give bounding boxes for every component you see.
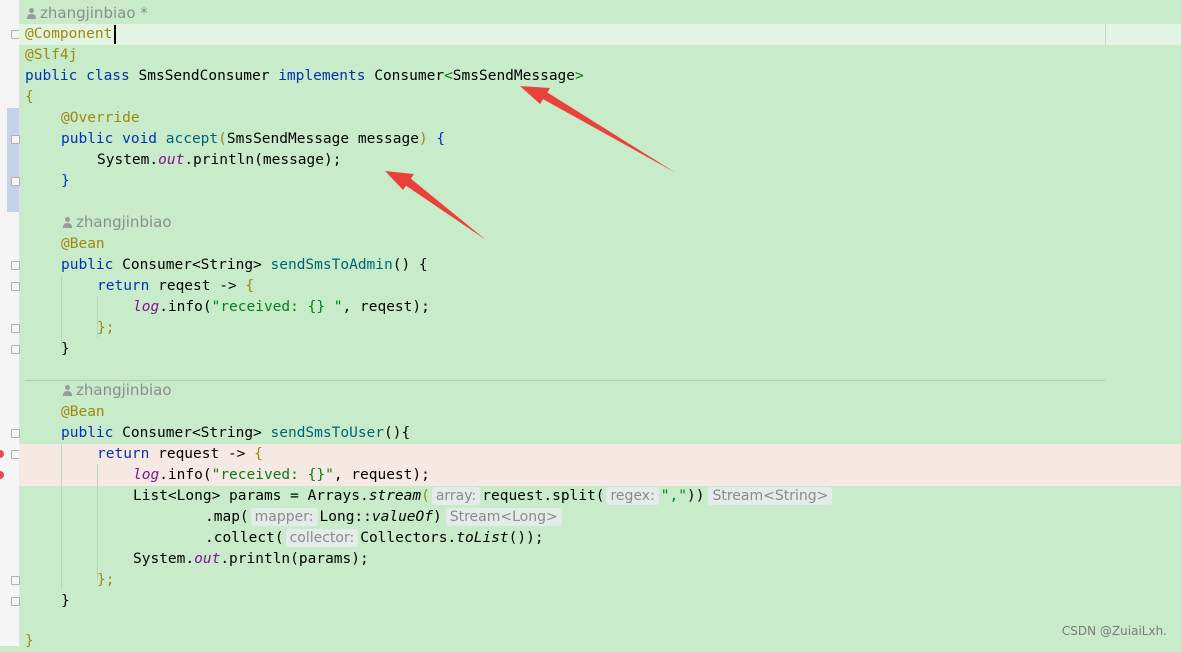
watermark: CSDN @ZuiaiLxh. bbox=[1061, 624, 1167, 638]
arrow-annotation-1 bbox=[520, 86, 676, 173]
arrow-annotation-2 bbox=[385, 171, 486, 240]
annotation-arrows bbox=[385, 86, 676, 240]
